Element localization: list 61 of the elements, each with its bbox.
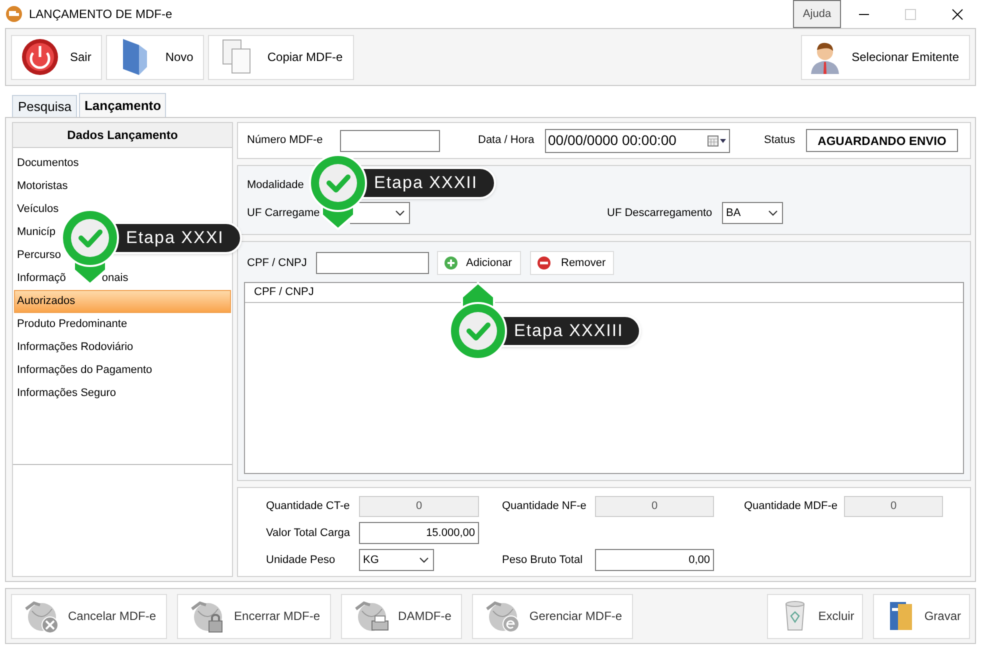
input-field[interactable]: 0,00 (595, 549, 714, 571)
delete-button[interactable]: Excluir (767, 594, 864, 638)
field-label: Unidade Peso (266, 552, 336, 568)
power-icon (20, 37, 60, 77)
status-field: AGUARDANDO ENVIO (806, 129, 958, 152)
tab[interactable]: Lançamento (79, 93, 166, 117)
select-issuer-button[interactable]: Selecionar Emitente (800, 34, 970, 80)
sidebar-item[interactable]: Produto Predominante (14, 313, 130, 336)
plus-icon (444, 256, 458, 270)
copy-button[interactable]: Copiar MDF-e (208, 34, 354, 80)
sidebar-title: Dados Lançamento (13, 123, 232, 148)
sidebar-item-text: onais (102, 271, 128, 286)
sidebar-item[interactable]: Municíp (14, 221, 59, 244)
close-icon (952, 8, 963, 20)
sidebar-item[interactable]: Veículos (14, 198, 62, 221)
field-label: Número MDF-e (247, 133, 324, 148)
field-label: Quantidade MDF-e (744, 499, 839, 514)
readonly-field: 0 (359, 496, 479, 517)
input-field[interactable]: 15.000,00 (359, 522, 479, 544)
sidebar-item[interactable]: Documentos (14, 152, 82, 175)
field-label: Quantidade CT-e (266, 499, 351, 514)
new-button[interactable]: Novo (106, 34, 204, 80)
sidebar-item[interactable]: Informações do Pagamento (14, 359, 156, 382)
field-label: CPF / CNPJ (247, 256, 308, 271)
sidebar-item[interactable]: Informações Seguro (14, 382, 120, 405)
toolbar-button[interactable]: DAMDF-e (341, 594, 462, 638)
readonly-field: 0 (844, 496, 943, 517)
field-label: Status (764, 133, 796, 148)
readonly-field: 0 (595, 496, 714, 517)
toolbar-button[interactable]: Cancelar MDF-e (11, 594, 168, 638)
exit-button[interactable]: Sair (11, 34, 102, 80)
input-field[interactable] (340, 130, 440, 152)
field-label: Peso Bruto Total (502, 552, 584, 568)
help-button[interactable]: Ajuda (793, 0, 841, 28)
remove-button[interactable]: Remover (530, 251, 614, 275)
dropdown[interactable] (350, 202, 410, 224)
sidebar-item[interactable]: Informaçõ (14, 267, 69, 290)
field-label: Data / Hora (478, 133, 536, 148)
column-header[interactable]: CPF / CNPJ (245, 283, 323, 302)
field-label: UF Descarregamento (607, 206, 714, 221)
window-title: LANÇAMENTO DE MDF-e (29, 6, 172, 23)
sidebar-item[interactable]: Autorizados (14, 290, 231, 313)
date-field[interactable]: 00/00/0000 00:00:00 (545, 128, 730, 152)
field-label: UF Carregame (247, 206, 321, 221)
toolbar-button[interactable]: Gerenciar MDF-e (472, 594, 634, 638)
maximize-icon (905, 8, 916, 20)
minus-icon (537, 256, 551, 270)
dropdown[interactable]: KG (359, 549, 434, 571)
field-label: Modalidade (247, 178, 304, 193)
save-button[interactable]: Gravar (873, 594, 970, 638)
dropdown[interactable]: BA (722, 202, 783, 224)
toolbar-button[interactable]: Encerrar MDF-e (177, 594, 332, 638)
sidebar-item[interactable]: Motoristas (14, 175, 71, 198)
add-button[interactable]: Adicionar (437, 251, 521, 275)
tab[interactable]: Pesquisa (12, 95, 78, 117)
sidebar-item[interactable]: Informações Rodoviário (14, 336, 136, 359)
field-label: Quantidade NF-e (502, 499, 588, 514)
input-field[interactable] (316, 252, 429, 274)
calendar-icon (707, 134, 727, 146)
field-label: Valor Total Carga (266, 526, 351, 541)
sidebar-item[interactable]: Percurso (14, 244, 64, 267)
